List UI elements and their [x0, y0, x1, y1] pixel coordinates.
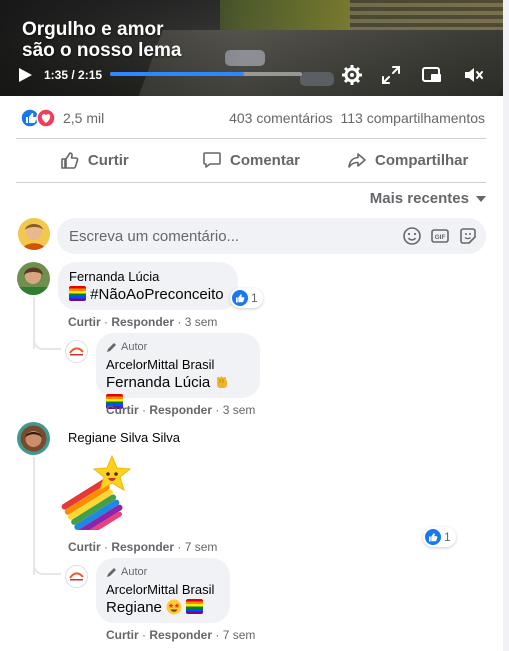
picture-in-picture-icon[interactable]	[421, 64, 443, 86]
fullscreen-icon[interactable]	[380, 64, 402, 86]
current-user-avatar-image	[18, 218, 50, 250]
gif-icon[interactable]: GIF	[430, 226, 450, 246]
comment-count[interactable]: 403 comentários	[229, 110, 333, 126]
comment-reaction-badge[interactable]: 1	[230, 288, 263, 308]
comment-button-label: Comentar	[230, 151, 301, 169]
svg-text:GIF: GIF	[435, 234, 446, 241]
commenter-name[interactable]: Regiane Silva Silva	[68, 430, 180, 446]
mentioned-user[interactable]: Regiane	[106, 599, 162, 616]
video-player[interactable]: Orgulho e amor são o nosso lema 1:35 / 2…	[0, 0, 503, 96]
reply-timestamp[interactable]: 3 sem	[223, 403, 256, 417]
comment-reply-link[interactable]: Responder	[111, 315, 174, 329]
divider	[16, 138, 486, 139]
volume-muted-icon[interactable]	[462, 64, 484, 86]
reply-like-link[interactable]: Curtir	[106, 628, 139, 642]
rainbow-star-sticker[interactable]	[58, 454, 138, 530]
share-button-label: Compartilhar	[375, 151, 469, 169]
comment-bubble: Fernanda Lúcia #NãoAoPreconceito	[58, 262, 238, 310]
commenter-avatar-image	[17, 262, 50, 295]
gear-icon[interactable]	[341, 64, 363, 86]
comment-like-link[interactable]: Curtir	[68, 540, 101, 554]
share-count[interactable]: 113 compartilhamentos	[341, 110, 485, 126]
reply-text-row: Regiane	[106, 598, 220, 618]
pencil-icon	[107, 342, 116, 352]
reply-bubble: Autor ArcelorMittal Brasil Fernanda Lúci…	[96, 333, 260, 409]
speech-bubble-icon	[203, 152, 221, 168]
comment-timestamp[interactable]: 7 sem	[185, 540, 218, 554]
post-counts: 403 comentários 113 compartilhamentos	[225, 110, 485, 126]
reply-meta: Curtir · Responder · 7 sem	[106, 628, 256, 642]
caret-down-icon	[476, 195, 486, 202]
comment-meta: Curtir · Responder · 7 sem	[68, 540, 218, 554]
mentioned-user[interactable]: Fernanda Lúcia	[106, 374, 210, 391]
thumbs-up-icon	[61, 152, 79, 169]
comment-like-link[interactable]: Curtir	[68, 315, 101, 329]
author-badge-label: Autor	[121, 566, 148, 578]
page-avatar[interactable]	[65, 565, 88, 588]
like-button-label: Curtir	[87, 151, 129, 169]
rainbow-flag-emoji	[69, 286, 86, 301]
reply-reply-link[interactable]: Responder	[149, 403, 212, 417]
author-badge: Autor	[106, 565, 220, 579]
comment-reaction-count: 1	[251, 291, 258, 305]
raised-fist-emoji	[217, 376, 228, 388]
reply-like-link[interactable]: Curtir	[106, 403, 139, 417]
comment-reaction-count: 1	[444, 530, 451, 544]
like-button[interactable]: Curtir	[16, 144, 173, 176]
video-frame-car	[300, 72, 334, 86]
comment-text: #NãoAoPreconceito	[90, 286, 224, 303]
reply-reply-link[interactable]: Responder	[149, 628, 212, 642]
reply-author-name[interactable]: ArcelorMittal Brasil	[106, 357, 250, 373]
arcelormittal-logo	[66, 341, 87, 362]
page-avatar[interactable]	[65, 340, 88, 363]
comment-composer[interactable]: GIF	[57, 218, 486, 254]
author-badge-label: Autor	[121, 341, 148, 353]
commenter-avatar[interactable]	[17, 262, 50, 295]
like-reaction-icon	[232, 290, 248, 306]
video-overlay-title: Orgulho e amor são o nosso lema	[22, 19, 182, 61]
divider	[16, 182, 486, 183]
comment-button[interactable]: Comentar	[173, 144, 330, 176]
video-time: 1:35 / 2:15	[44, 68, 103, 82]
scrollbar[interactable]	[503, 0, 509, 651]
share-button[interactable]: Compartilhar	[329, 144, 486, 176]
comment-reply-link[interactable]: Responder	[111, 540, 174, 554]
thread-connector	[33, 330, 61, 350]
share-arrow-icon	[348, 153, 366, 168]
comment-reaction-badge[interactable]: 1	[423, 527, 456, 547]
comment-sort-label: Mais recentes	[369, 190, 469, 207]
rainbow-flag-emoji	[186, 599, 204, 614]
video-progress-fill	[110, 72, 245, 76]
like-reaction-icon	[425, 529, 441, 545]
current-user-avatar[interactable]	[18, 218, 50, 250]
pencil-icon	[107, 567, 116, 577]
reply-meta: Curtir · Responder · 3 sem	[106, 403, 256, 417]
emoji-icon[interactable]	[402, 226, 422, 246]
comment-sort-dropdown[interactable]: Mais recentes	[370, 190, 487, 207]
comment-text-row: #NãoAoPreconceito	[69, 285, 227, 305]
reply-bubble: Autor ArcelorMittal Brasil Regiane	[96, 558, 230, 623]
commenter-name[interactable]: Fernanda Lúcia	[69, 269, 227, 285]
reaction-count[interactable]: 2,5 mil	[63, 110, 104, 126]
post-stats: 2,5 mil 403 comentários 113 compartilham…	[0, 104, 503, 132]
sticker-icon[interactable]	[458, 226, 478, 246]
reply-timestamp[interactable]: 7 sem	[223, 628, 256, 642]
arcelormittal-logo	[66, 566, 87, 587]
author-badge: Autor	[106, 340, 250, 354]
reply-author-name[interactable]: ArcelorMittal Brasil	[106, 582, 220, 598]
post-actions: Curtir Comentar Compartilhar	[16, 144, 486, 176]
star-struck-emoji	[166, 599, 182, 615]
comment-timestamp[interactable]: 3 sem	[185, 315, 218, 329]
thread-connector	[33, 555, 61, 575]
comment-input[interactable]	[69, 218, 389, 254]
commenter-avatar[interactable]	[17, 422, 50, 455]
video-progress-bar[interactable]	[110, 72, 302, 76]
comment-meta: Curtir · Responder · 3 sem	[68, 315, 218, 329]
play-icon[interactable]	[16, 66, 34, 84]
commenter-avatar-image	[17, 422, 50, 455]
reaction-icons[interactable]	[20, 108, 60, 128]
